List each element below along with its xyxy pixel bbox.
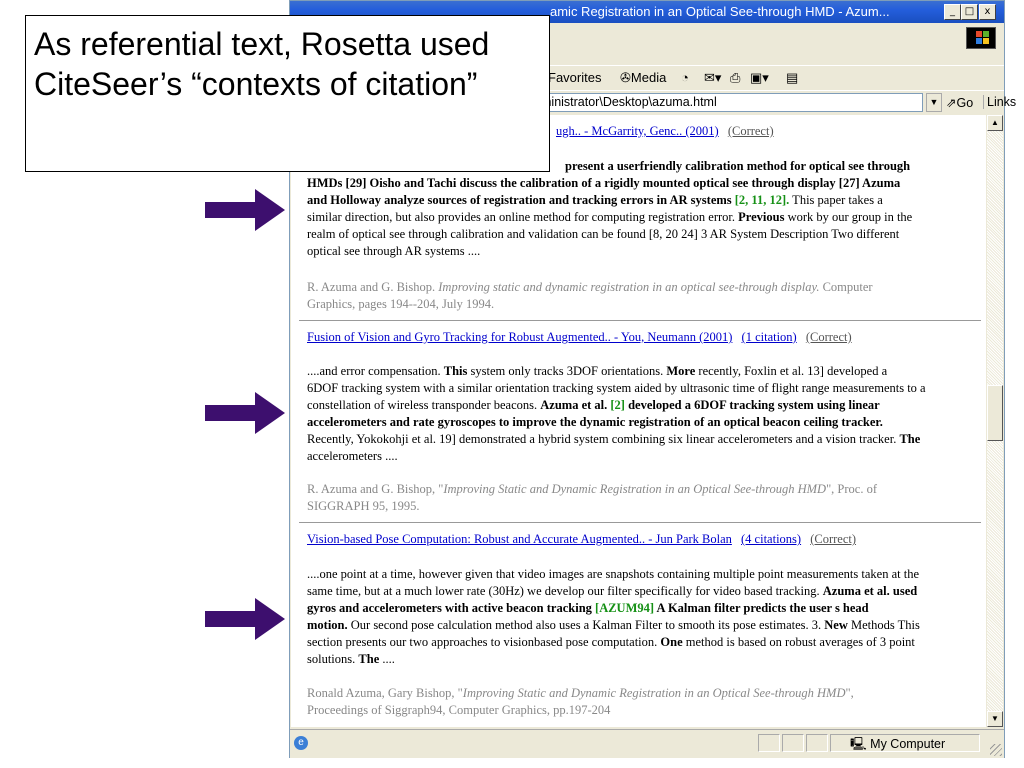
entry-1-reference: R. Azuma and G. Bishop. Improving static… [307,280,873,311]
divider [299,320,981,321]
entry-3-reference: Ronald Azuma, Gary Bishop, "Improving St… [307,686,854,717]
links-button[interactable]: Links [983,95,1016,109]
discuss-icon[interactable]: ▤ [786,70,798,86]
entry-2-correct-link[interactable]: (Correct) [806,330,852,344]
entry-2-header: Fusion of Vision and Gyro Tracking for R… [307,329,852,346]
entry-1-correct-link[interactable]: (Correct) [728,124,774,138]
divider [299,522,981,523]
scroll-thumb[interactable] [987,385,1003,441]
entry-1-context-line1: present a userfriendly calibration metho… [565,159,911,173]
edit-icon[interactable]: ▣▾ [750,70,769,86]
entry-3-title-link[interactable]: Vision-based Pose Computation: Robust an… [307,532,732,546]
arrow-icon [205,392,285,434]
entry-1-header: ugh.. - McGarrity, Genc.. (2001) (Correc… [556,123,774,140]
computer-icon: 🖳 [850,737,871,751]
entry-2-title-link[interactable]: Fusion of Vision and Gyro Tracking for R… [307,330,732,344]
entry-2-citations-link[interactable]: (1 citation) [742,330,797,344]
print-icon[interactable]: ⎙ [730,70,740,86]
history-icon[interactable]: ◔ [681,70,689,85]
go-label: Go [956,96,974,110]
arrow-icon [205,598,285,640]
entry-3-correct-link[interactable]: (Correct) [810,532,856,546]
status-bar: e 🖳 My Computer [290,729,1004,758]
window-title: amic Registration in an Optical See-thro… [550,4,890,19]
status-cell [758,734,780,752]
entry-3-context: ....one point at a time, however given t… [307,567,920,666]
go-button[interactable]: ⇗Go [946,95,973,110]
address-input[interactable]: ministrator\Desktop\azuma.html [538,93,923,112]
vertical-scrollbar[interactable]: ▲ ▼ [987,115,1003,727]
mail-icon[interactable]: ✉▾ [704,70,721,86]
page-content: ugh.. - McGarrity, Genc.. (2001) (Correc… [291,115,986,727]
minimize-button[interactable]: _ [944,4,961,20]
arrow-icon [205,189,285,231]
media-button[interactable]: ✇Media [620,70,666,86]
entry-2-context: ....and error compensation. This system … [307,364,926,463]
go-arrow-icon: ⇗ [946,96,957,110]
favorites-button[interactable]: Favorites [548,70,601,85]
entry-2-reference: R. Azuma and G. Bishop, "Improving Stati… [307,482,877,513]
media-icon: ✇ [620,70,631,85]
entry-3-header: Vision-based Pose Computation: Robust an… [307,531,856,548]
zone-indicator: 🖳 My Computer [850,735,945,756]
address-dropdown-icon[interactable]: ▼ [926,93,942,112]
entry-3-citations-link[interactable]: (4 citations) [741,532,801,546]
windows-logo-icon [966,27,996,49]
close-button[interactable]: x [979,4,996,20]
media-label: Media [630,70,667,85]
status-cell [806,734,828,752]
scroll-down-icon[interactable]: ▼ [987,711,1003,727]
ie-page-icon: e [294,736,308,750]
entry-1-context: HMDs [29] Oisho and Tachi discuss the ca… [307,176,913,258]
entry-1-title-link[interactable]: ugh.. - McGarrity, Genc.. (2001) [556,124,719,138]
callout-box: As referential text, Rosetta used CiteSe… [25,15,550,172]
resize-grip-icon[interactable] [990,744,1002,756]
status-cell [782,734,804,752]
zone-label: My Computer [870,737,946,751]
scroll-up-icon[interactable]: ▲ [987,115,1003,131]
maximize-button[interactable]: □ [961,4,978,20]
